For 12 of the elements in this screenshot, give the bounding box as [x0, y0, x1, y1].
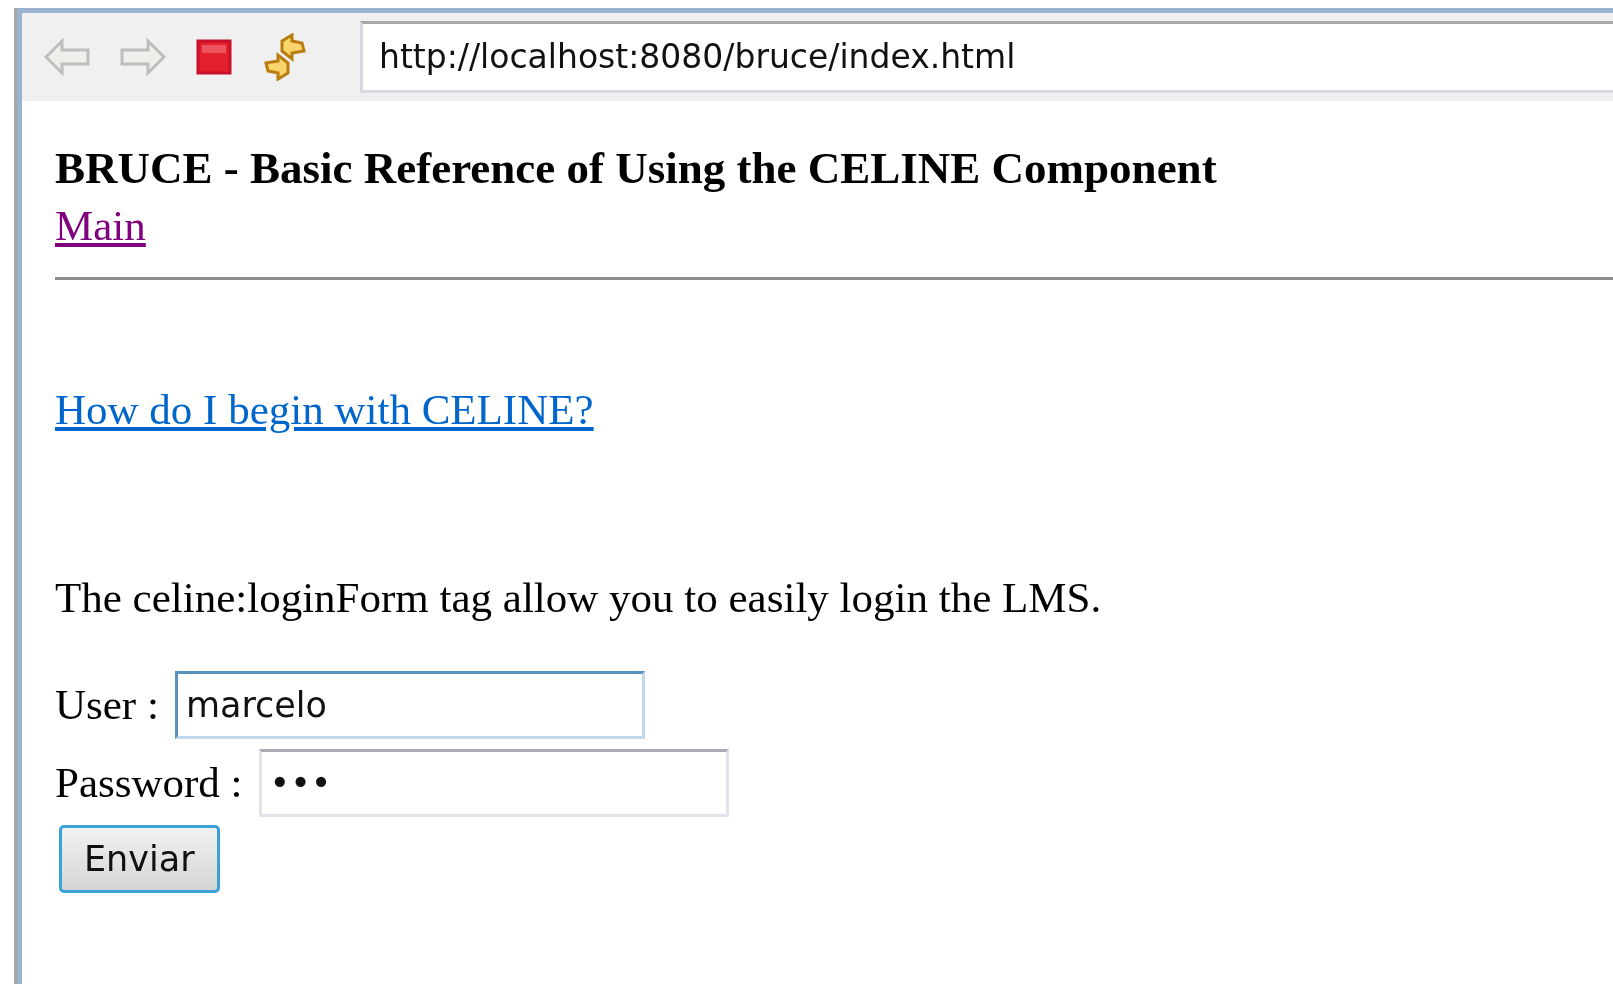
field-label: User :	[55, 679, 159, 730]
input-field[interactable]: marcelo	[174, 670, 645, 739]
submit-button[interactable]: Enviar	[59, 824, 220, 893]
stop-icon[interactable]	[196, 39, 232, 75]
description-text: The celine:loginForm tag allow you to easily login the LMS.	[55, 573, 1103, 624]
address-field[interactable]: http://localhost:8080/bruce/index.html	[360, 21, 1613, 93]
page-title: BRUCE - Basic Reference of Using the CELINE Component	[55, 142, 1218, 195]
link[interactable]: How do I begin with CELINE?	[55, 382, 594, 439]
refresh-icon[interactable]	[262, 33, 308, 81]
input-field[interactable]: •••	[258, 748, 729, 817]
field-label: Password :	[55, 757, 243, 808]
link[interactable]: Main	[55, 197, 146, 254]
